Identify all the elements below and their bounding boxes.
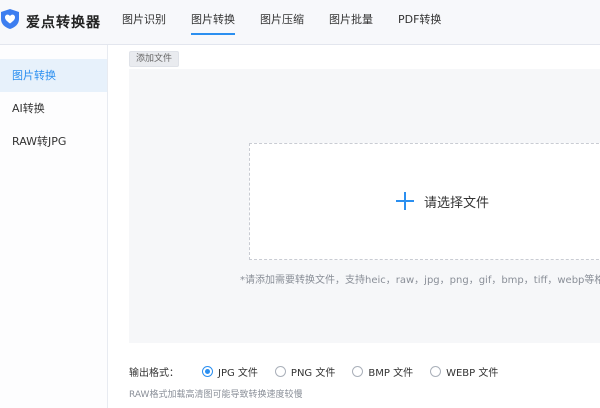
radio-webp[interactable]: WEBP 文件 (430, 364, 498, 379)
raw-loading-note: RAW格式加载高清图可能导致转换速度较慢 (129, 390, 303, 400)
main-nav: 图片识别 图片转换 图片压缩 图片批量 PDF转换 (122, 0, 466, 45)
radio-label: JPG 文件 (218, 367, 258, 379)
dropzone-area: 请选择文件 *请添加需要转换文件，支持heic，raw，jpg，png，gif，… (129, 69, 600, 343)
radio-circle-icon (352, 365, 364, 377)
add-file-button[interactable]: 添加文件 (129, 51, 179, 67)
tab-image-recognition[interactable]: 图片识别 (122, 0, 166, 45)
radio-bmp[interactable]: BMP 文件 (352, 364, 413, 379)
tab-image-compression[interactable]: 图片压缩 (260, 0, 304, 45)
radio-label: WEBP 文件 (446, 367, 499, 379)
radio-circle-icon (202, 365, 213, 377)
output-format-row: 输出格式： JPG 文件 PNG 文件 BMP 文件 WEBP 文件 (129, 363, 515, 379)
main-panel: 添加文件 请选择文件 *请添加需要转换文件，支持heic，raw，jpg，png… (108, 45, 600, 408)
radio-label: PNG 文件 (290, 367, 336, 379)
plus-icon (396, 192, 414, 210)
radio-png[interactable]: PNG 文件 (274, 364, 336, 379)
choose-file-label: 请选择文件 (424, 196, 490, 211)
sidebar: 图片转换 AI转换 RAW转JPG (0, 45, 108, 408)
heart-shield-logo-icon (1, 9, 19, 29)
sidebar-item-image-conversion[interactable]: 图片转换 (0, 59, 107, 92)
sidebar-item-ai-conversion[interactable]: AI转换 (0, 92, 107, 125)
radio-label: BMP 文件 (368, 367, 414, 379)
tab-pdf-conversion[interactable]: PDF转换 (398, 0, 441, 45)
radio-circle-icon (274, 365, 286, 377)
supported-formats-hint: *请添加需要转换文件，支持heic，raw，jpg，png，gif，bmp，ti… (240, 275, 600, 286)
top-bar: 爱点转换器 图片识别 图片转换 图片压缩 图片批量 PDF转换 (0, 0, 600, 45)
tab-image-batch[interactable]: 图片批量 (329, 0, 373, 45)
choose-file-dropbox[interactable]: 请选择文件 (249, 143, 600, 260)
tab-image-conversion[interactable]: 图片转换 (191, 0, 235, 45)
output-format-label: 输出格式： (129, 367, 179, 379)
sidebar-item-raw-to-jpg[interactable]: RAW转JPG (0, 125, 107, 158)
radio-circle-icon (430, 365, 442, 377)
radio-jpg[interactable]: JPG 文件 (202, 364, 258, 379)
app-title: 爱点转换器 (26, 15, 101, 31)
